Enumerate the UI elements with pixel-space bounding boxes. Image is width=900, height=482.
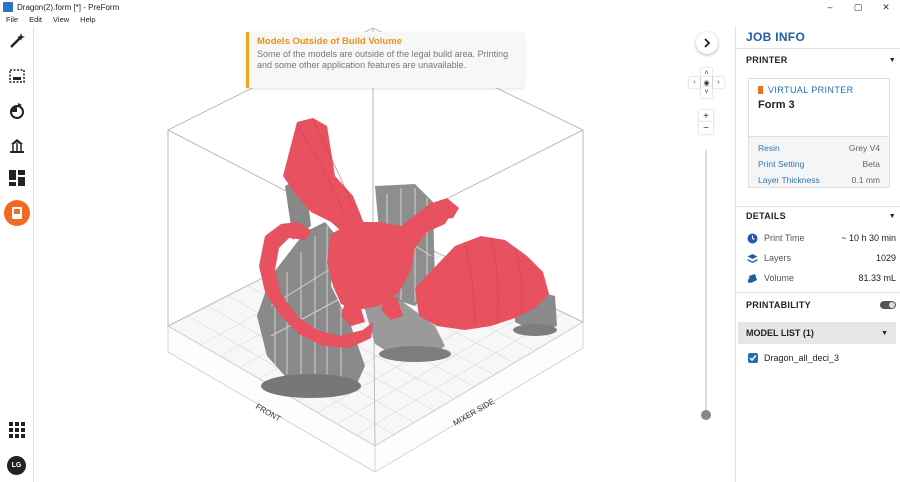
menu-bar: File Edit View Help	[0, 14, 101, 25]
printer-name: Form 3	[758, 99, 795, 111]
layer-slider-handle[interactable]	[701, 410, 711, 420]
caret-down-icon: ▼	[888, 56, 896, 64]
printer-section-label: PRINTER	[746, 55, 788, 65]
resin-drop-icon	[746, 272, 758, 284]
pan-down-icon[interactable]: ˅	[701, 87, 712, 98]
minimize-button[interactable]: –	[816, 0, 844, 14]
close-button[interactable]: ✕	[872, 0, 900, 14]
printer-card[interactable]: VIRTUAL PRINTER Form 3	[748, 78, 890, 136]
printer-settings[interactable]: Resin Grey V4 Print Setting Beta Layer T…	[748, 136, 890, 188]
zoom-in-button[interactable]: +	[699, 110, 713, 122]
printer-type: VIRTUAL PRINTER	[768, 85, 854, 95]
model-checkbox[interactable]	[748, 353, 758, 363]
details-section-label: DETAILS	[746, 211, 786, 221]
supports-icon[interactable]	[6, 134, 28, 156]
details-section-header[interactable]: DETAILS ▼	[746, 209, 896, 223]
app-icon	[3, 2, 13, 12]
setting-row-layer-thickness: Layer Thickness 0.1 mm	[758, 175, 880, 185]
expand-panel-button[interactable]	[696, 32, 718, 54]
window-controls: – ▢ ✕	[816, 0, 900, 14]
caret-down-icon: ▼	[881, 329, 888, 337]
select-box-icon[interactable]	[6, 65, 28, 87]
build-volume-warning: Models Outside of Build Volume Some of t…	[246, 32, 524, 88]
printer-job-icon[interactable]	[4, 200, 30, 226]
printability-label: PRINTABILITY	[746, 300, 811, 310]
warning-title: Models Outside of Build Volume	[257, 36, 402, 47]
maximize-button[interactable]: ▢	[844, 0, 872, 14]
checkmark-icon	[749, 355, 757, 362]
job-info-panel: JOB INFO PRINTER ▼ VIRTUAL PRINTER Form …	[735, 26, 900, 482]
window-title: Dragon(2).form [*] - PreForm	[17, 2, 120, 12]
zoom-out-button[interactable]: −	[699, 122, 713, 134]
menu-help[interactable]: Help	[80, 15, 95, 24]
title-bar: Dragon(2).form [*] - PreForm – ▢ ✕	[0, 0, 900, 14]
chevron-right-icon	[704, 38, 711, 48]
model-list-label: MODEL LIST (1)	[746, 328, 814, 338]
detail-print-time: Print Time ~ 10 h 30 min	[746, 231, 896, 245]
menu-edit[interactable]: Edit	[29, 15, 42, 24]
pan-left-icon[interactable]: ‹	[689, 77, 700, 88]
setting-row-resin: Resin Grey V4	[758, 143, 880, 153]
printer-icon	[758, 86, 763, 94]
pan-right-icon[interactable]: ›	[713, 77, 724, 88]
printability-toggle[interactable]	[880, 301, 896, 309]
model-name: Dragon_all_deci_3	[764, 353, 840, 363]
model-list-item[interactable]: Dragon_all_deci_3	[748, 353, 839, 363]
menu-file[interactable]: File	[6, 15, 18, 24]
detail-volume: Volume 81.33 mL	[746, 271, 896, 285]
menu-view[interactable]: View	[53, 15, 69, 24]
layout-icon[interactable]	[6, 167, 28, 189]
camera-nav-pad: ˄ ‹ ◉ › ˅	[689, 68, 725, 98]
clock-icon	[746, 232, 758, 244]
apps-grid-icon[interactable]	[6, 419, 28, 441]
build-volume-scene: FRONT MIXER SIDE	[166, 27, 585, 473]
detail-layers: Layers 1029	[746, 251, 896, 265]
layers-icon	[746, 252, 758, 264]
printer-section-header[interactable]: PRINTER ▼	[746, 53, 896, 67]
orientation-icon[interactable]	[6, 100, 28, 122]
setting-row-print-setting: Print Setting Beta	[758, 159, 880, 169]
warning-body: Some of the models are outside of the le…	[257, 49, 509, 70]
magic-wand-icon[interactable]	[6, 30, 28, 52]
caret-down-icon: ▼	[888, 212, 896, 220]
printability-row: PRINTABILITY	[746, 298, 896, 312]
avatar[interactable]: LG	[7, 456, 26, 475]
panel-title: JOB INFO	[746, 30, 806, 44]
3d-viewport[interactable]: FRONT MIXER SIDE Models Outside of Build…	[35, 26, 734, 482]
model-list-header[interactable]: MODEL LIST (1) ▼	[738, 322, 896, 344]
left-toolbar: LG	[0, 26, 34, 482]
layer-slider-track[interactable]	[705, 150, 707, 418]
